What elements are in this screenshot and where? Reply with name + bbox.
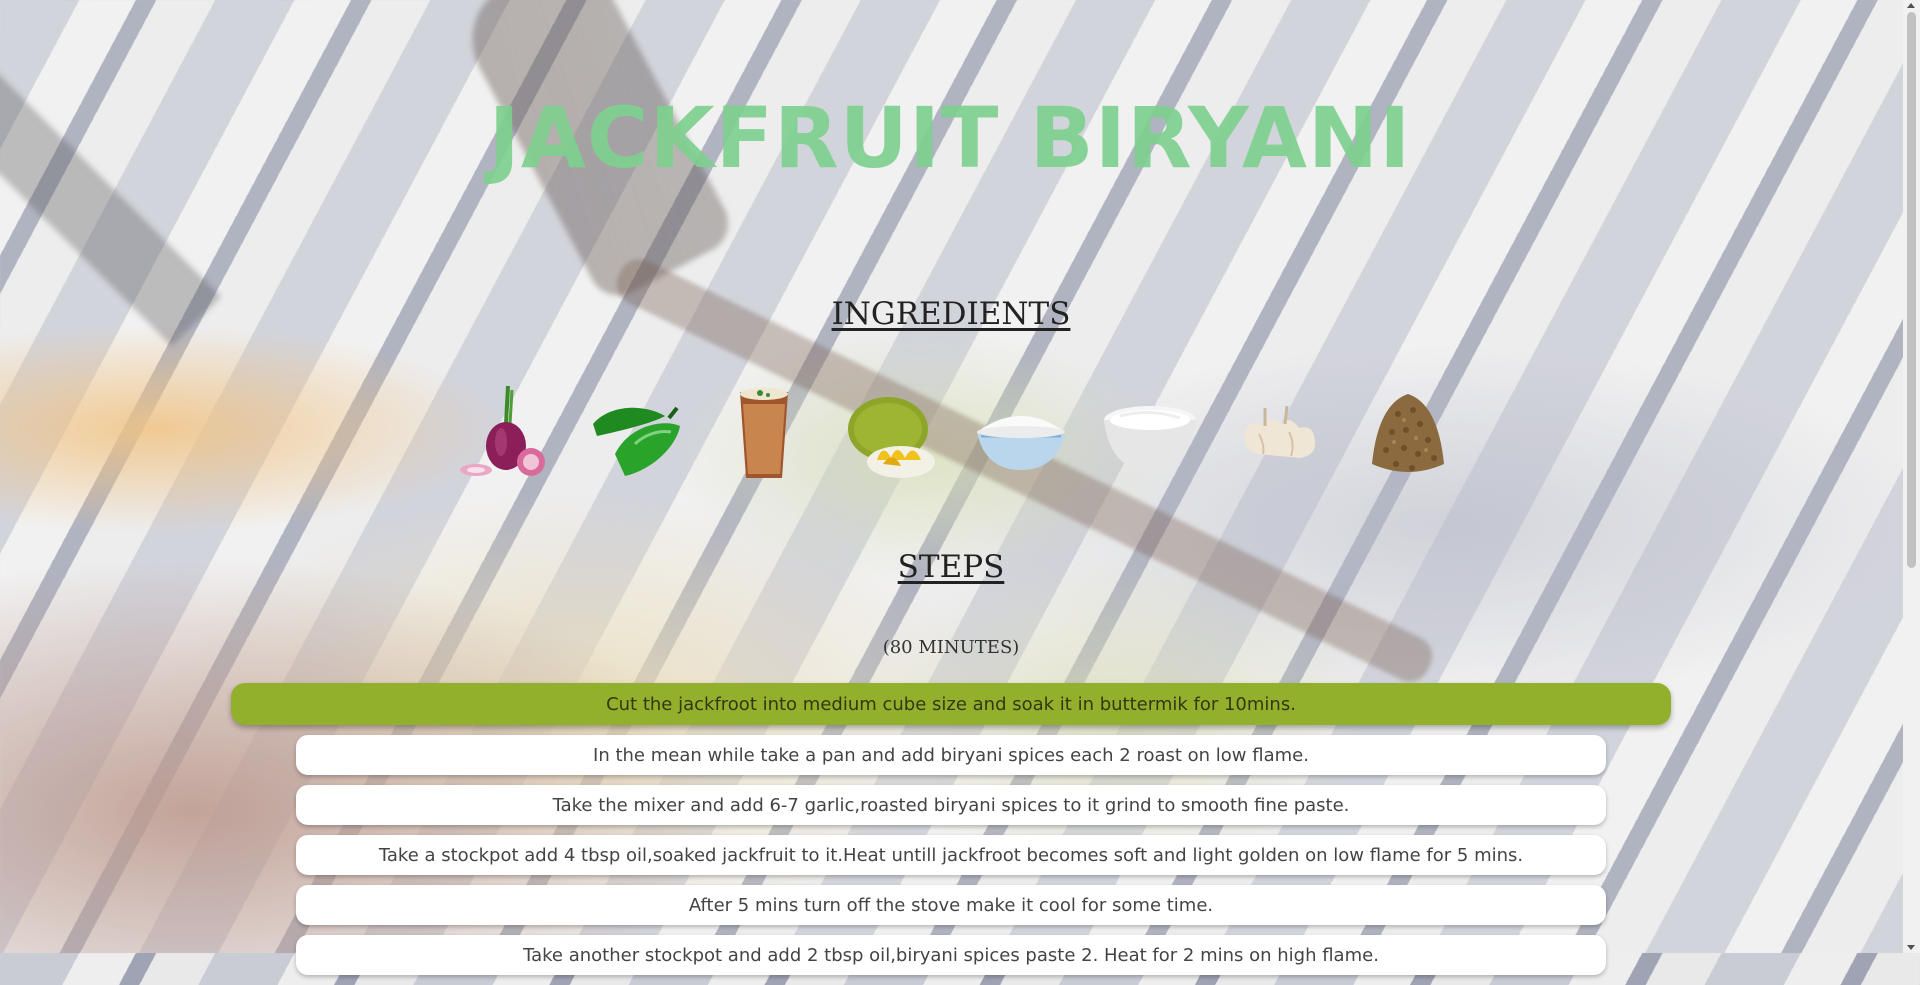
cooking-duration: (80 MINUTES)	[882, 637, 1020, 658]
ingredients-heading: INGREDIENTS	[831, 296, 1071, 332]
scroll-down-arrow-icon[interactable]	[1907, 945, 1915, 950]
ingredients-icon-row	[452, 378, 1462, 490]
garlic-icon	[1225, 378, 1333, 490]
curd-icon	[1096, 378, 1204, 490]
jackfruit-icon	[839, 378, 947, 490]
page-scrollbar[interactable]	[1903, 0, 1920, 953]
steps-list: Cut the jackfroot into medium cube size …	[0, 683, 1902, 985]
green-chili-icon	[581, 378, 689, 490]
step-item[interactable]: In the mean while take a pan and add bir…	[296, 735, 1606, 775]
page-title: JACKFRUIT BIRYANI	[488, 89, 1412, 187]
scroll-up-arrow-icon[interactable]	[1907, 3, 1915, 8]
buttermilk-icon	[710, 378, 818, 490]
step-item-active[interactable]: Cut the jackfroot into medium cube size …	[231, 683, 1671, 725]
step-item[interactable]: Take a stockpot add 4 tbsp oil,soaked ja…	[296, 835, 1606, 875]
rice-icon	[967, 378, 1075, 490]
page-content: JACKFRUIT BIRYANI INGREDIENTS STEPS (80 …	[0, 0, 1920, 975]
step-item[interactable]: Take the mixer and add 6-7 garlic,roaste…	[296, 785, 1606, 825]
coriander-seeds-icon	[1354, 378, 1462, 490]
steps-heading: STEPS	[897, 549, 1005, 585]
scrollbar-thumb[interactable]	[1907, 12, 1916, 568]
onion-icon	[452, 378, 560, 490]
step-item[interactable]: After 5 mins turn off the stove make it …	[296, 885, 1606, 925]
step-item[interactable]: Take another stockpot and add 2 tbsp oil…	[296, 935, 1606, 975]
